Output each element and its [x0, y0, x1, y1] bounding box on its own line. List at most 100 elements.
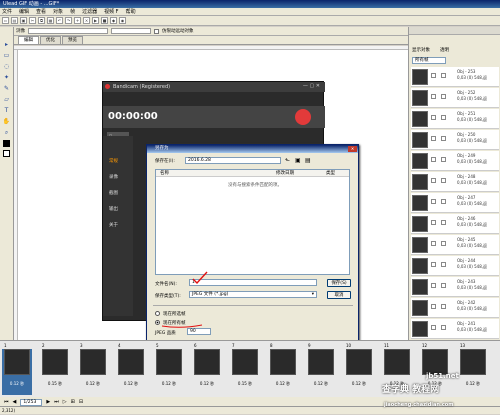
layer-row[interactable]: Obj - 252 0,03 (0) 548,返: [411, 88, 499, 108]
play-icon[interactable]: ▶: [92, 17, 99, 24]
menu-item[interactable]: 对象: [53, 8, 63, 15]
foreground-color-swatch[interactable]: [3, 140, 10, 147]
layer-visible-checkbox[interactable]: [431, 115, 436, 120]
add-frame-icon[interactable]: +: [74, 17, 81, 24]
brush-tool-icon[interactable]: ✎: [3, 85, 11, 93]
layer-visible-checkbox[interactable]: [431, 262, 436, 267]
cancel-button[interactable]: 取消: [327, 291, 351, 299]
cut-icon[interactable]: ✂: [29, 17, 36, 24]
layer-row[interactable]: Obj - 249 0,03 (0) 548,返: [411, 151, 499, 171]
frame-thumbnail[interactable]: 10 0.12 秒: [344, 343, 374, 395]
hand-tool-icon[interactable]: ✋: [3, 118, 11, 126]
zoom-tool-icon[interactable]: ⌕: [3, 129, 11, 137]
layer-transparent-checkbox[interactable]: [441, 94, 446, 99]
frame-duration[interactable]: 0.12 秒: [162, 381, 176, 387]
frame-duration[interactable]: 0.12 秒: [276, 381, 290, 387]
layer-visible-checkbox[interactable]: [431, 241, 436, 246]
delete-frame-icon[interactable]: ⊟: [79, 399, 83, 405]
new-folder-icon[interactable]: ▣: [295, 157, 301, 164]
sidebar-item-video[interactable]: 录像: [109, 174, 118, 180]
column-name[interactable]: 名称: [160, 170, 169, 177]
tab-optimize[interactable]: 优化: [40, 36, 61, 44]
redo-icon[interactable]: ↷: [65, 17, 72, 24]
last-frame-icon[interactable]: ⏭: [54, 399, 59, 405]
record-button[interactable]: [295, 109, 311, 125]
menu-item[interactable]: 帮助: [126, 8, 136, 15]
layer-transparent-checkbox[interactable]: [441, 199, 446, 204]
close-icon[interactable]: ✕: [348, 146, 357, 152]
add-frame-icon[interactable]: ⊞: [71, 399, 75, 405]
copy-icon[interactable]: ⧉: [38, 17, 45, 24]
layer-row[interactable]: Obj - 253 0,03 (0) 548,返: [411, 67, 499, 87]
layer-transparent-checkbox[interactable]: [441, 178, 446, 183]
layer-visible-checkbox[interactable]: [431, 283, 436, 288]
layer-transparent-checkbox[interactable]: [441, 136, 446, 141]
frame-thumbnail[interactable]: 6 0.12 秒: [192, 343, 222, 395]
delete-frame-icon[interactable]: ×: [83, 17, 90, 24]
layer-transparent-checkbox[interactable]: [441, 283, 446, 288]
layer-row[interactable]: Obj - 248 0,03 (0) 548,返: [411, 172, 499, 192]
layer-row[interactable]: Obj - 250 0,03 (0) 548,返: [411, 130, 499, 150]
frame-duration[interactable]: 0.15 秒: [48, 381, 62, 387]
sidebar-item-general[interactable]: 常规: [109, 158, 118, 164]
layer-visible-checkbox[interactable]: [431, 199, 436, 204]
layer-visible-checkbox[interactable]: [431, 325, 436, 330]
layer-transparent-checkbox[interactable]: [441, 304, 446, 309]
frame-thumbnail[interactable]: 7 0.15 秒: [230, 343, 260, 395]
layer-row[interactable]: Obj - 243 0,03 (0) 548,返: [411, 277, 499, 297]
frame-duration[interactable]: 0.15 秒: [238, 381, 252, 387]
layer-row[interactable]: Obj - 246 0,03 (0) 548,返: [411, 214, 499, 234]
frame-thumbnail[interactable]: 5 0.12 秒: [154, 343, 184, 395]
layer-transparent-checkbox[interactable]: [441, 220, 446, 225]
layer-visible-checkbox[interactable]: [431, 178, 436, 183]
open-icon[interactable]: ▤: [11, 17, 18, 24]
folder-up-icon[interactable]: ⬑: [285, 157, 290, 164]
preview-icon[interactable]: ◉: [119, 17, 126, 24]
view-menu-icon[interactable]: ▤: [305, 157, 311, 164]
layer-transparent-checkbox[interactable]: [441, 73, 446, 78]
radio-all-frames[interactable]: [155, 320, 160, 325]
next-frame-icon[interactable]: ▶: [46, 399, 50, 405]
frame-thumbnail[interactable]: 3 0.12 秒: [78, 343, 108, 395]
lasso-tool-icon[interactable]: ◌: [3, 63, 11, 71]
new-icon[interactable]: ▫: [2, 17, 9, 24]
layer-visible-checkbox[interactable]: [431, 220, 436, 225]
tab-edit[interactable]: 编辑: [18, 36, 39, 44]
sidebar-item-image[interactable]: 截图: [109, 190, 118, 196]
layer-row[interactable]: Obj - 242 0,03 (0) 548,返: [411, 298, 499, 318]
frame-thumbnail[interactable]: 1 0.12 秒: [2, 343, 32, 395]
layer-row[interactable]: Obj - 245 0,03 (0) 548,返: [411, 235, 499, 255]
text-tool-icon[interactable]: T: [3, 107, 11, 115]
window-controls-icon[interactable]: — ▢ ✕: [303, 83, 320, 89]
eraser-tool-icon[interactable]: ▱: [3, 96, 11, 104]
sidebar-item-about[interactable]: 关于: [109, 222, 118, 228]
layer-row[interactable]: Obj - 244 0,03 (0) 548,返: [411, 256, 499, 276]
frame-duration[interactable]: 0.12 秒: [86, 381, 100, 387]
first-frame-icon[interactable]: ⏮: [4, 399, 9, 405]
menu-item[interactable]: 过滤器: [82, 8, 97, 15]
save-in-select[interactable]: 2016.6.28: [185, 157, 281, 164]
menu-item[interactable]: 视频 F: [104, 8, 118, 15]
column-modified[interactable]: 修改日期: [276, 170, 294, 177]
frame-duration[interactable]: 0.12 秒: [314, 381, 328, 387]
layer-row[interactable]: Obj - 247 0,03 (0) 548,返: [411, 193, 499, 213]
tab-preview[interactable]: 预览: [62, 36, 83, 44]
file-list[interactable]: 名称 修改日期 类型 没有与搜索条件匹配的项。: [155, 169, 350, 275]
frame-thumbnail[interactable]: 13 0.12 秒: [458, 343, 488, 395]
frame-duration[interactable]: 0.12 秒: [10, 381, 24, 387]
paste-icon[interactable]: ▦: [47, 17, 54, 24]
menu-item[interactable]: 查看: [36, 8, 46, 15]
frame-duration[interactable]: 0.12 秒: [352, 381, 366, 387]
pointer-tool-icon[interactable]: ▸: [3, 41, 11, 49]
layer-transparent-checkbox[interactable]: [441, 157, 446, 162]
filetype-select[interactable]: JPEG 文件 (*.jpg) ▾: [189, 291, 317, 298]
play-icon[interactable]: ▷: [63, 399, 67, 405]
frame-thumbnail[interactable]: 9 0.12 秒: [306, 343, 336, 395]
layer-transparent-checkbox[interactable]: [441, 325, 446, 330]
layer-select[interactable]: [28, 28, 108, 34]
frame-thumbnail[interactable]: 4 0.12 秒: [116, 343, 146, 395]
frame-filter-select[interactable]: 所有帧: [412, 57, 446, 64]
layer-visible-checkbox[interactable]: [431, 73, 436, 78]
undo-icon[interactable]: ↶: [56, 17, 63, 24]
stop-icon[interactable]: ■: [101, 17, 108, 24]
